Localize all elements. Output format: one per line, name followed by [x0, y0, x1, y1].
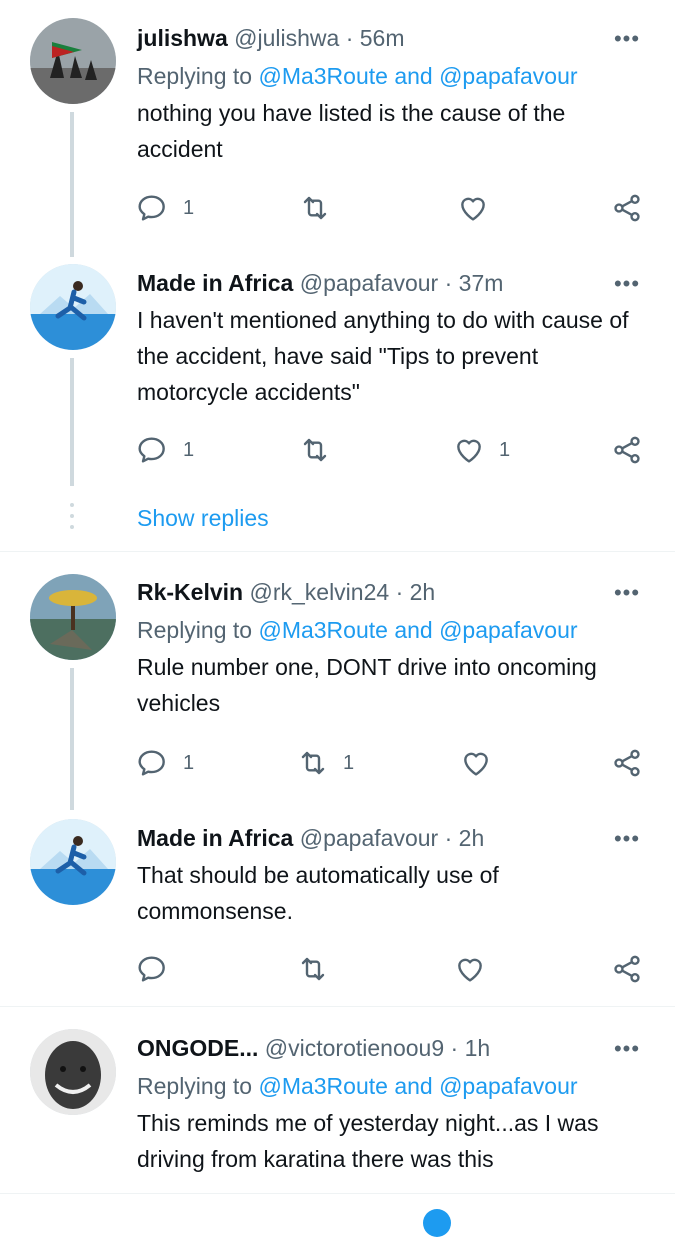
share-button[interactable] — [611, 951, 643, 987]
reply-icon — [137, 434, 169, 466]
retweet-icon — [299, 192, 331, 224]
replying-prefix: Replying to — [137, 617, 253, 643]
share-button[interactable] — [611, 432, 643, 468]
avatar[interactable] — [30, 574, 116, 660]
retweet-button[interactable] — [299, 432, 345, 468]
thread-continuation-dots — [70, 503, 74, 533]
retweet-icon — [299, 434, 331, 466]
handle[interactable]: @rk_kelvin24 — [249, 579, 389, 605]
tweet-header: Made in Africa @papafavour · 2h — [137, 823, 655, 853]
reply-count: 1 — [183, 751, 195, 774]
replying-prefix: Replying to — [137, 1073, 253, 1099]
timestamp[interactable]: 37m — [459, 270, 504, 296]
like-button[interactable]: 1 — [453, 432, 510, 468]
retweet-button[interactable] — [297, 951, 343, 987]
display-name[interactable]: Rk-Kelvin — [137, 579, 243, 605]
like-icon — [460, 747, 492, 779]
like-icon — [454, 953, 486, 985]
like-icon — [457, 192, 489, 224]
display-name[interactable]: ONGODE... — [137, 1035, 258, 1061]
thread-line — [70, 668, 74, 810]
separator: · — [395, 579, 404, 605]
share-button[interactable] — [611, 190, 643, 226]
avatar[interactable] — [30, 18, 116, 104]
reply-count: 1 — [183, 196, 195, 219]
retweet-button[interactable] — [299, 190, 345, 226]
show-replies-link[interactable]: Show replies — [137, 505, 269, 532]
share-button[interactable] — [611, 745, 643, 781]
like-count: 1 — [499, 438, 511, 461]
retweet-icon — [297, 953, 329, 985]
like-icon — [453, 434, 485, 466]
reply-icon — [137, 953, 169, 985]
divider — [0, 551, 675, 552]
like-button[interactable] — [454, 951, 500, 987]
replying-to: Replying to @Ma3Route and @papafavour — [137, 1071, 655, 1101]
display-name[interactable]: Made in Africa — [137, 825, 293, 851]
timestamp[interactable]: 2h — [459, 825, 485, 851]
separator: · — [345, 25, 354, 51]
reply-icon — [137, 192, 169, 224]
replying-prefix: Replying to — [137, 63, 253, 89]
more-icon[interactable]: ••• — [613, 826, 641, 851]
separator: · — [444, 825, 453, 851]
reply-button[interactable]: 1 — [137, 745, 194, 781]
share-icon — [611, 953, 643, 985]
avatar[interactable] — [30, 819, 116, 905]
more-icon[interactable]: ••• — [613, 271, 641, 296]
like-button[interactable] — [457, 190, 503, 226]
tweet-text: That should be automatically use of comm… — [137, 862, 499, 924]
bottom-bar — [0, 1193, 675, 1216]
tweet-header: Made in Africa @papafavour · 37m — [137, 268, 655, 298]
separator: · — [444, 270, 453, 296]
retweet-button[interactable]: 1 — [297, 745, 354, 781]
handle[interactable]: @victorotienoou9 — [265, 1035, 444, 1061]
thread-line — [70, 112, 74, 257]
handle[interactable]: @papafavour — [300, 270, 438, 296]
tweet-actions: 1 1 — [137, 745, 645, 781]
tweet-text: I haven't mentioned anything to do with … — [137, 307, 629, 405]
tweet-text: nothing you have listed is the cause of … — [137, 100, 566, 162]
replying-to: Replying to @Ma3Route and @papafavour — [137, 615, 655, 645]
reply-button[interactable]: 1 — [137, 432, 194, 468]
compose-button[interactable] — [423, 1209, 451, 1237]
replying-mentions[interactable]: @Ma3Route and @papafavour — [258, 1073, 577, 1099]
display-name[interactable]: julishwa — [137, 25, 228, 51]
reply-button[interactable]: 1 — [137, 190, 194, 226]
handle[interactable]: @julishwa — [234, 25, 339, 51]
tweet-actions: 1 1 — [137, 432, 645, 468]
timestamp[interactable]: 56m — [360, 25, 405, 51]
retweet-icon — [297, 747, 329, 779]
replying-mentions[interactable]: @Ma3Route and @papafavour — [258, 63, 577, 89]
separator: · — [450, 1035, 459, 1061]
tweet-header: Rk-Kelvin @rk_kelvin24 · 2h — [137, 577, 655, 607]
tweet-header: julishwa @julishwa · 56m — [137, 23, 655, 53]
tweet-header: ONGODE... @victorotienoou9 · 1h — [137, 1033, 655, 1063]
share-icon — [611, 434, 643, 466]
avatar[interactable] — [30, 1029, 116, 1115]
tweet-actions: 1 — [137, 190, 645, 226]
thread-line — [70, 358, 74, 486]
timestamp[interactable]: 1h — [465, 1035, 491, 1061]
more-icon[interactable]: ••• — [613, 1036, 641, 1061]
reply-button[interactable] — [137, 951, 183, 987]
reply-icon — [137, 747, 169, 779]
tweet-actions — [137, 951, 645, 987]
display-name[interactable]: Made in Africa — [137, 270, 293, 296]
more-icon[interactable]: ••• — [613, 580, 641, 605]
tweet-text: Rule number one, DONT drive into oncomin… — [137, 654, 597, 716]
more-icon[interactable]: ••• — [613, 26, 641, 51]
reply-count: 1 — [183, 438, 195, 461]
retweet-count: 1 — [343, 751, 355, 774]
tweet-text: This reminds me of yesterday night...as … — [137, 1110, 599, 1172]
timestamp[interactable]: 2h — [410, 579, 436, 605]
divider — [0, 1006, 675, 1007]
handle[interactable]: @papafavour — [300, 825, 438, 851]
avatar[interactable] — [30, 264, 116, 350]
replying-to: Replying to @Ma3Route and @papafavour — [137, 61, 655, 91]
share-icon — [611, 192, 643, 224]
like-button[interactable] — [460, 745, 506, 781]
replying-mentions[interactable]: @Ma3Route and @papafavour — [258, 617, 577, 643]
share-icon — [611, 747, 643, 779]
